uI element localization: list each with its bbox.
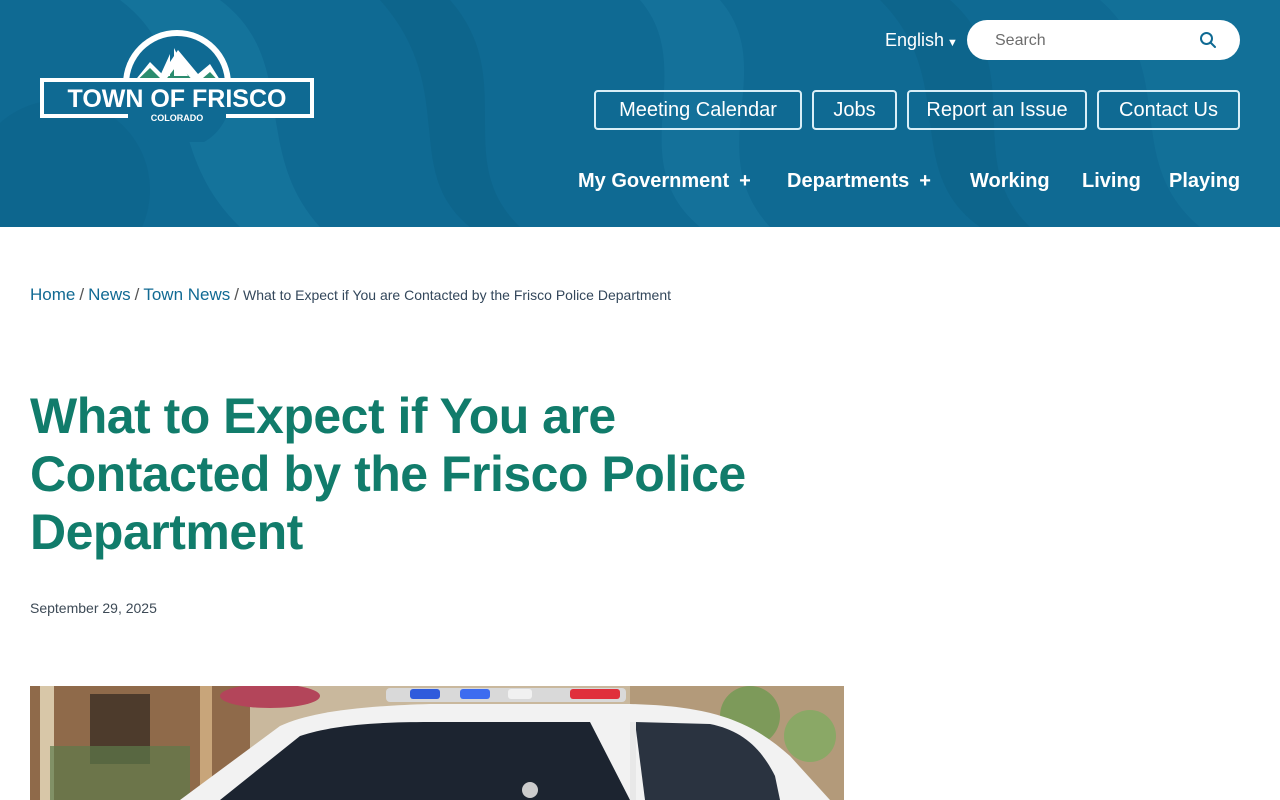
report-an-issue-button[interactable]: Report an Issue	[907, 90, 1087, 130]
police-car-hero-image	[30, 686, 844, 800]
town-of-frisco-logo[interactable]: TOWN OF FRISCO COLORADO	[38, 28, 316, 142]
breadcrumb-news-link[interactable]: News	[88, 285, 131, 304]
nav-playing[interactable]: Playing	[1169, 166, 1240, 196]
nav-my-government-label: My Government	[578, 170, 730, 192]
breadcrumb-separator: /	[134, 285, 140, 304]
breadcrumb-current-page: What to Expect if You are Contacted by t…	[243, 287, 671, 303]
breadcrumb: Home / News / Town News / What to Expect if Yo…	[30, 284, 671, 306]
breadcrumb-town-news-link[interactable]: Town News	[143, 285, 230, 304]
site-header: TOWN OF FRISCO COLORADO English ▼ Meetin…	[0, 0, 1280, 227]
search-icon[interactable]	[1199, 31, 1217, 49]
plus-icon[interactable]: +	[919, 170, 931, 192]
article-date: September 29, 2025	[30, 600, 157, 616]
nav-living[interactable]: Living	[1082, 166, 1141, 196]
breadcrumb-separator: /	[234, 285, 239, 304]
language-label: English	[885, 30, 945, 50]
plus-icon[interactable]: +	[739, 170, 751, 192]
jobs-button[interactable]: Jobs	[812, 90, 897, 130]
contact-us-button[interactable]: Contact Us	[1097, 90, 1240, 130]
logo-state-text: COLORADO	[151, 113, 204, 123]
caret-down-icon: ▼	[947, 37, 958, 49]
logo-town-text: TOWN OF FRISCO	[68, 85, 287, 113]
nav-my-government[interactable]: My Government +	[578, 166, 751, 196]
language-selector[interactable]: English ▼	[885, 28, 958, 52]
search-box	[967, 20, 1240, 60]
meeting-calendar-button[interactable]: Meeting Calendar	[594, 90, 802, 130]
nav-working[interactable]: Working	[970, 166, 1050, 196]
breadcrumb-separator: /	[79, 285, 85, 304]
page-title: What to Expect if You are Contacted by t…	[30, 388, 746, 560]
search-input[interactable]	[993, 29, 1197, 53]
breadcrumb-home-link[interactable]: Home	[30, 285, 75, 304]
nav-departments[interactable]: Departments +	[787, 166, 931, 196]
nav-departments-label: Departments	[787, 170, 910, 192]
